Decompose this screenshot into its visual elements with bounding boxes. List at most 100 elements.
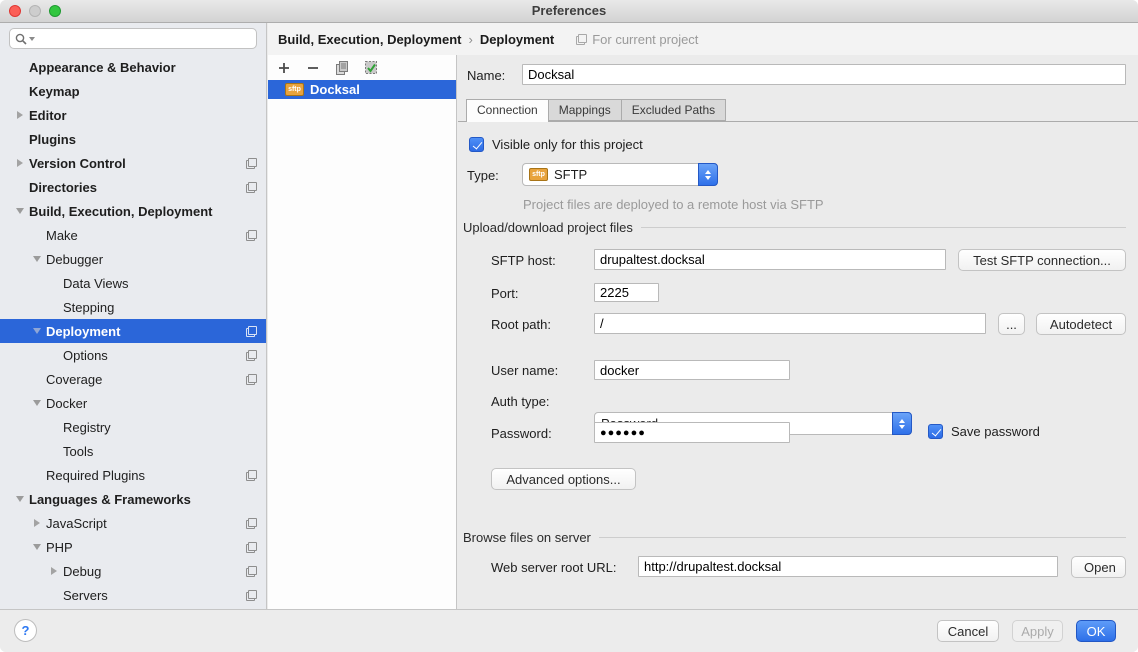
- root-path-label: Root path:: [491, 317, 551, 332]
- sidebar-item-languages-frameworks[interactable]: Languages & Frameworks: [0, 487, 266, 511]
- search-options-caret-icon[interactable]: [29, 37, 35, 41]
- current-project-icon: [246, 542, 257, 553]
- web-root-input[interactable]: [638, 556, 1058, 577]
- search-icon: [15, 33, 27, 45]
- test-sftp-connection-button[interactable]: Test SFTP connection...: [958, 249, 1126, 271]
- sidebar-item-debugger[interactable]: Debugger: [0, 247, 266, 271]
- server-name-input[interactable]: [522, 64, 1126, 85]
- sidebar-item-make[interactable]: Make: [0, 223, 266, 247]
- auth-type-label: Auth type:: [491, 394, 550, 409]
- user-name-label: User name:: [491, 363, 558, 378]
- sidebar-item-appearance-behavior[interactable]: Appearance & Behavior: [0, 55, 266, 79]
- name-label: Name:: [467, 68, 505, 83]
- window-title: Preferences: [0, 0, 1138, 22]
- collapse-arrow-icon[interactable]: [29, 544, 45, 550]
- save-password-label: Save password: [951, 424, 1040, 439]
- sidebar-item-php[interactable]: PHP: [0, 535, 266, 559]
- collapse-arrow-icon[interactable]: [29, 256, 45, 262]
- tab-excluded-paths[interactable]: Excluded Paths: [621, 99, 726, 121]
- type-dropdown[interactable]: sftp SFTP: [522, 163, 718, 186]
- sidebar-item-tools[interactable]: Tools: [0, 439, 266, 463]
- server-list-panel: sftp Docksal: [268, 55, 457, 609]
- sidebar-item-keymap[interactable]: Keymap: [0, 79, 266, 103]
- dropdown-stepper-icon: [698, 163, 718, 186]
- sftp-host-label: SFTP host:: [491, 253, 556, 268]
- server-list-toolbar: [268, 55, 456, 80]
- preferences-window: Preferences Appearance & Behavior Keymap…: [0, 0, 1138, 652]
- collapse-arrow-icon[interactable]: [12, 496, 28, 502]
- use-as-default-button[interactable]: [363, 60, 379, 76]
- sidebar-item-required-plugins[interactable]: Required Plugins: [0, 463, 266, 487]
- remove-server-button[interactable]: [305, 60, 321, 76]
- sidebar-item-servers[interactable]: Servers: [0, 583, 266, 607]
- collapse-arrow-icon[interactable]: [29, 400, 45, 406]
- title-bar: Preferences: [0, 0, 1138, 23]
- scope-indicator: For current project: [576, 32, 698, 47]
- open-web-root-button[interactable]: Open: [1071, 556, 1126, 578]
- settings-tree: Appearance & Behavior Keymap Editor Plug…: [0, 55, 266, 607]
- upload-section-title: Upload/download project files: [463, 220, 1138, 235]
- sidebar-item-registry[interactable]: Registry: [0, 415, 266, 439]
- expand-arrow-icon[interactable]: [12, 159, 28, 167]
- sftp-host-input[interactable]: [594, 249, 946, 270]
- port-input[interactable]: [594, 283, 659, 302]
- sidebar-item-plugins[interactable]: Plugins: [0, 127, 266, 151]
- help-button[interactable]: ?: [14, 619, 37, 642]
- tab-mappings[interactable]: Mappings: [548, 99, 622, 121]
- password-label: Password:: [491, 426, 552, 441]
- expand-arrow-icon[interactable]: [12, 111, 28, 119]
- sidebar-item-data-views[interactable]: Data Views: [0, 271, 266, 295]
- dropdown-stepper-icon: [892, 412, 912, 435]
- sidebar-item-debug[interactable]: Debug: [0, 559, 266, 583]
- sidebar-item-stepping[interactable]: Stepping: [0, 295, 266, 319]
- server-name: Docksal: [310, 82, 360, 97]
- expand-arrow-icon[interactable]: [29, 519, 45, 527]
- root-path-input[interactable]: [594, 313, 986, 334]
- visible-only-checkbox[interactable]: [469, 137, 484, 152]
- sidebar-item-deployment[interactable]: Deployment: [0, 319, 266, 343]
- breadcrumb-parent[interactable]: Build, Execution, Deployment: [278, 32, 461, 47]
- server-list-item-docksal[interactable]: sftp Docksal: [268, 80, 456, 99]
- type-hint: Project files are deployed to a remote h…: [523, 197, 824, 212]
- search-input[interactable]: [39, 31, 251, 46]
- sidebar-item-editor[interactable]: Editor: [0, 103, 266, 127]
- password-input[interactable]: [594, 422, 790, 443]
- current-project-icon: [576, 34, 587, 45]
- ok-button[interactable]: OK: [1076, 620, 1116, 642]
- current-project-icon: [246, 230, 257, 241]
- main-area: Build, Execution, Deployment › Deploymen…: [268, 23, 1138, 609]
- collapse-arrow-icon[interactable]: [29, 328, 45, 334]
- scope-label: For current project: [592, 32, 698, 47]
- current-project-icon: [246, 470, 257, 481]
- current-project-icon: [246, 590, 257, 601]
- breadcrumb: Build, Execution, Deployment › Deploymen…: [268, 23, 1138, 55]
- autodetect-button[interactable]: Autodetect: [1036, 313, 1126, 335]
- sftp-file-icon: sftp: [529, 168, 548, 181]
- current-project-icon: [246, 182, 257, 193]
- save-password-checkbox[interactable]: [928, 424, 943, 439]
- type-value: SFTP: [554, 167, 717, 182]
- sidebar-item-version-control[interactable]: Version Control: [0, 151, 266, 175]
- expand-arrow-icon[interactable]: [46, 567, 62, 575]
- sidebar-item-build-execution-deployment[interactable]: Build, Execution, Deployment: [0, 199, 266, 223]
- search-box[interactable]: [9, 28, 257, 49]
- browse-section-title: Browse files on server: [463, 530, 1138, 545]
- collapse-arrow-icon[interactable]: [12, 208, 28, 214]
- sidebar-item-docker[interactable]: Docker: [0, 391, 266, 415]
- copy-server-button[interactable]: [334, 60, 350, 76]
- port-label: Port:: [491, 286, 518, 301]
- current-project-icon: [246, 518, 257, 529]
- tab-connection[interactable]: Connection: [466, 99, 549, 122]
- breadcrumb-separator: ›: [468, 32, 472, 47]
- sidebar-item-directories[interactable]: Directories: [0, 175, 266, 199]
- sidebar-item-javascript[interactable]: JavaScript: [0, 511, 266, 535]
- dialog-footer: ? Cancel Apply OK: [0, 609, 1138, 652]
- sidebar-item-options[interactable]: Options: [0, 343, 266, 367]
- advanced-options-button[interactable]: Advanced options...: [491, 468, 636, 490]
- apply-button[interactable]: Apply: [1012, 620, 1063, 642]
- user-name-input[interactable]: [594, 360, 790, 380]
- add-server-button[interactable]: [276, 60, 292, 76]
- cancel-button[interactable]: Cancel: [937, 620, 999, 642]
- sidebar-item-coverage[interactable]: Coverage: [0, 367, 266, 391]
- browse-root-path-button[interactable]: ...: [998, 313, 1025, 335]
